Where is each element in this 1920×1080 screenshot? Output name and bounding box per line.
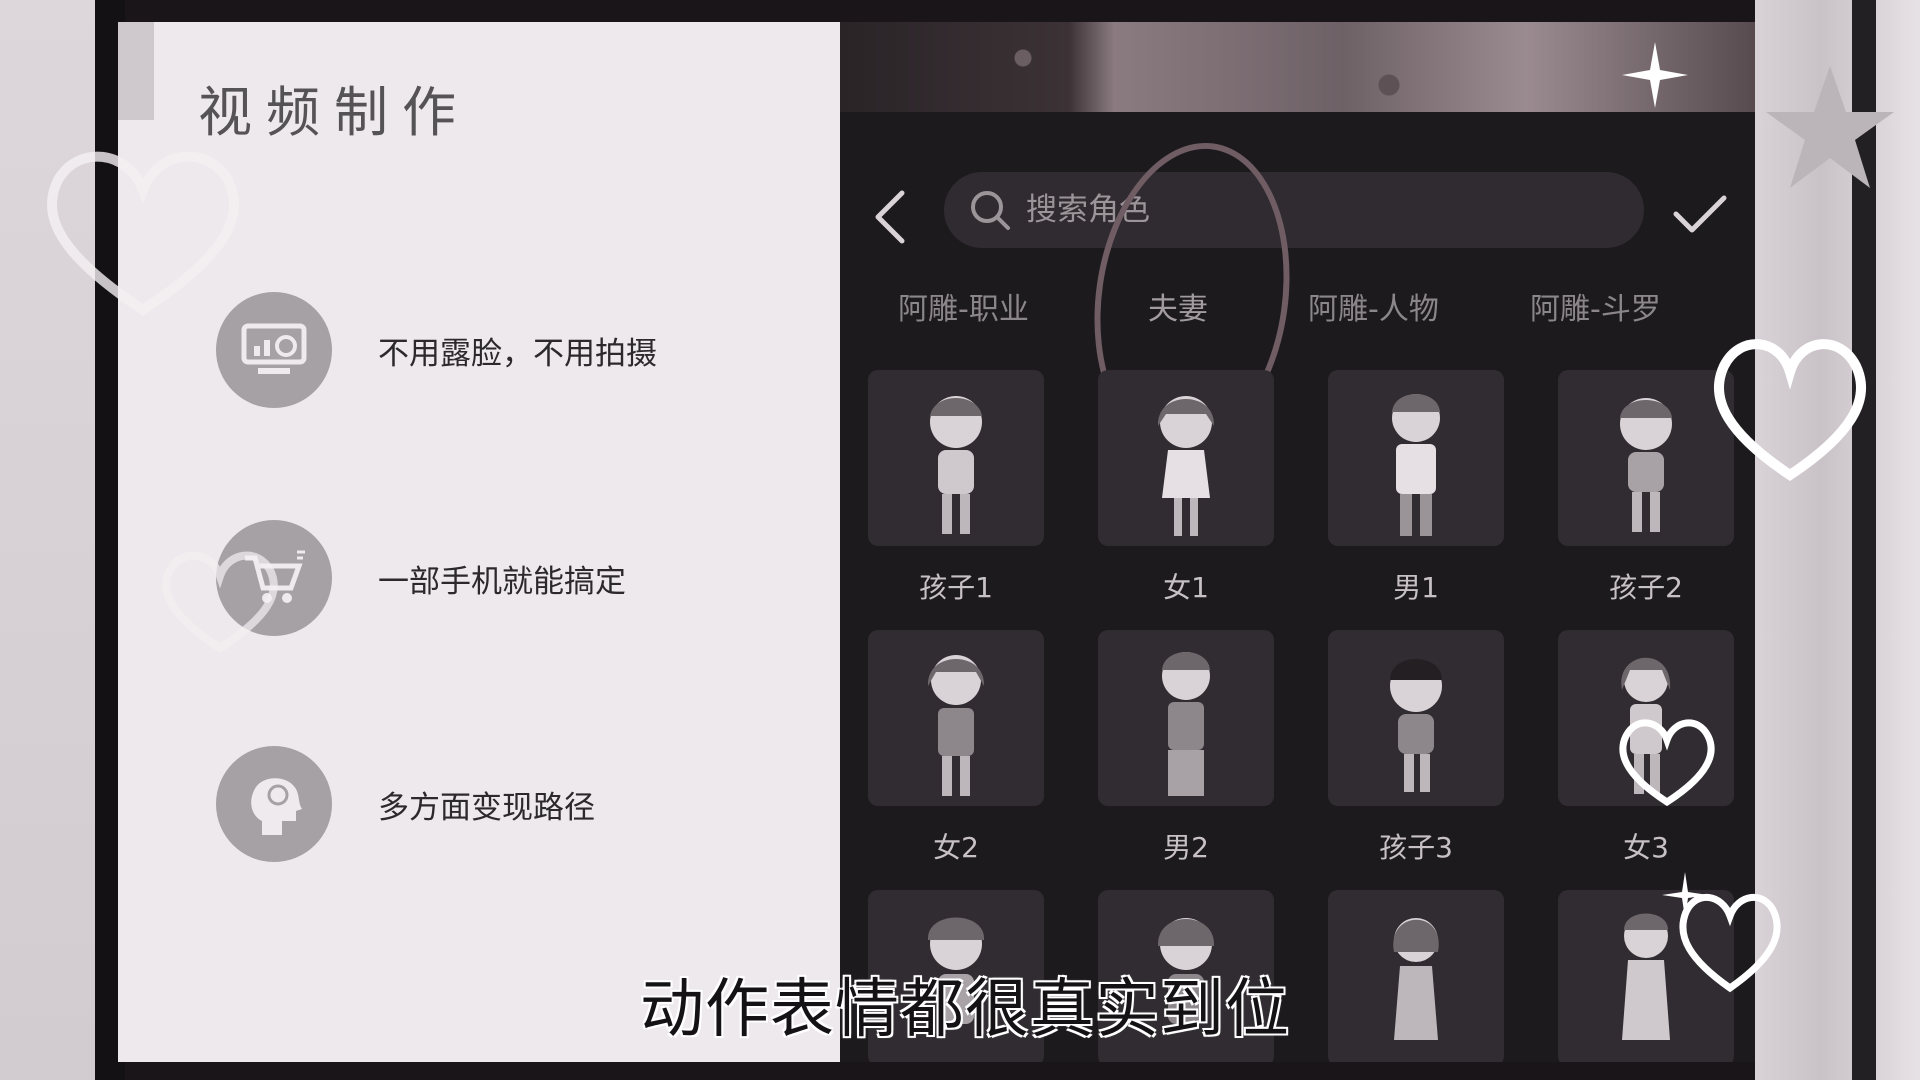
feature-item-1: 不用露脸，不用拍摄	[216, 292, 657, 408]
tab-douluo[interactable]: 阿雕-斗罗	[1530, 284, 1661, 328]
slide-corner-tab	[118, 22, 154, 120]
tab-zhiye[interactable]: 阿雕-职业	[898, 284, 1029, 328]
character-thumbnail	[1098, 630, 1274, 806]
checkmark-icon	[1673, 195, 1727, 233]
character-thumbnail	[1328, 370, 1504, 546]
feature-text-3: 多方面变现路径	[378, 789, 595, 826]
character-label: 男2	[1163, 831, 1209, 864]
character-card[interactable]: 男1	[1328, 370, 1504, 606]
search-icon	[971, 191, 1010, 230]
character-label: 孩子1	[919, 571, 993, 604]
character-card[interactable]: 孩子3	[1328, 630, 1504, 866]
character-figure-icon	[1162, 652, 1210, 796]
character-label: 女3	[1623, 831, 1669, 864]
sparkle-icon	[1662, 872, 1708, 918]
heart-outline-icon	[1713, 339, 1867, 482]
feature-text-2: 一部手机就能搞定	[378, 563, 626, 600]
tab-renwu[interactable]: 阿雕-人物	[1308, 284, 1439, 328]
chevron-left-icon	[875, 190, 905, 244]
character-label: 孩子3	[1379, 831, 1453, 864]
character-figure-icon	[1157, 396, 1215, 536]
character-card[interactable]: 女1	[1098, 370, 1274, 606]
back-button[interactable]	[870, 187, 910, 247]
character-figure-icon	[1393, 918, 1439, 1040]
character-thumbnail	[1328, 890, 1504, 1062]
feature-text-1: 不用露脸，不用拍摄	[378, 335, 657, 372]
character-label: 女1	[1163, 571, 1209, 604]
feature-item-3: 多方面变现路径	[216, 746, 595, 862]
character-thumbnail	[868, 630, 1044, 806]
character-figure-icon	[927, 655, 985, 796]
sparkle-icon	[1622, 42, 1688, 108]
character-figure-icon	[1390, 659, 1442, 792]
character-figure-icon	[1392, 394, 1440, 536]
search-input[interactable]	[1024, 191, 1588, 229]
character-card[interactable]: 男2	[1098, 630, 1274, 866]
star-icon	[1766, 66, 1894, 188]
category-tabs: 阿雕-职业 夫妻 阿雕-人物 阿雕-斗罗	[840, 284, 1755, 344]
head-idea-icon	[216, 746, 332, 862]
video-subtitle: 动作表情都很真实到位	[640, 973, 1290, 1047]
heart-outline-icon	[1619, 719, 1715, 807]
character-figure-icon	[930, 396, 982, 534]
character-label: 男1	[1393, 571, 1439, 604]
character-thumbnail	[1328, 630, 1504, 806]
character-label: 女2	[933, 831, 979, 864]
search-bar[interactable]	[944, 172, 1644, 248]
top-banner-image	[840, 22, 1755, 112]
character-thumbnail	[868, 370, 1044, 546]
character-card[interactable]	[1328, 890, 1504, 1062]
character-card[interactable]: 女2	[868, 630, 1044, 866]
confirm-button[interactable]	[1672, 192, 1728, 236]
heart-outline-icon	[46, 151, 240, 317]
character-thumbnail	[1098, 370, 1274, 546]
character-card[interactable]: 孩子1	[868, 370, 1044, 606]
app-screen: 阿雕-职业 夫妻 阿雕-人物 阿雕-斗罗 孩子1 女1	[840, 22, 1755, 1062]
character-label: 孩子2	[1609, 571, 1683, 604]
heart-outline-icon	[162, 551, 278, 653]
